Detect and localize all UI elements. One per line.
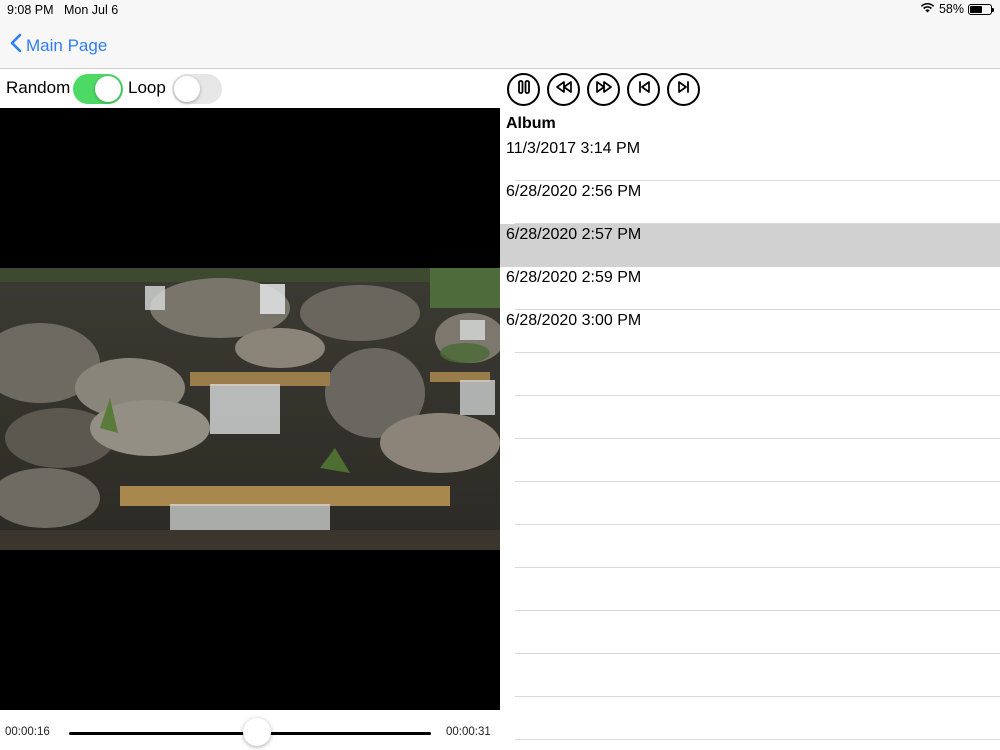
album-list: 11/3/2017 3:14 PM 6/28/2020 2:56 PM 6/28… [500, 138, 1000, 750]
list-item-label: 6/28/2020 2:59 PM [506, 269, 642, 286]
toggle-row: Random Loop [0, 70, 500, 108]
wifi-icon [920, 2, 935, 16]
pause-button[interactable] [507, 73, 540, 106]
rewind-button[interactable] [547, 73, 580, 106]
empty-row [500, 525, 1000, 568]
navigation-bar: Main Page [0, 20, 1000, 69]
random-toggle[interactable] [73, 74, 123, 104]
battery-level [970, 5, 982, 13]
status-date: Mon Jul 6 [64, 3, 119, 17]
list-item-label: 6/28/2020 3:00 PM [506, 312, 642, 329]
list-item[interactable]: 6/28/2020 2:59 PM [500, 267, 1000, 310]
pause-icon [516, 79, 532, 100]
album-header: Album [506, 115, 556, 132]
back-button[interactable]: Main Page [10, 33, 107, 58]
list-item[interactable]: 6/28/2020 2:57 PM [500, 224, 1000, 267]
video-player[interactable] [0, 108, 500, 710]
seek-thumb[interactable] [243, 718, 272, 746]
empty-row [500, 396, 1000, 439]
empty-row [500, 654, 1000, 697]
empty-row [500, 353, 1000, 396]
empty-row [500, 740, 1000, 750]
loop-label: Loop [128, 78, 166, 97]
list-item-label: 6/28/2020 2:57 PM [506, 226, 642, 243]
elapsed-time: 00:00:16 [5, 726, 50, 738]
status-indicators: 58% [920, 2, 994, 16]
empty-row [500, 482, 1000, 525]
next-track-button[interactable] [667, 73, 700, 106]
empty-row [500, 697, 1000, 740]
fast-forward-icon [595, 80, 613, 99]
total-duration: 00:00:31 [446, 726, 491, 738]
back-button-label: Main Page [26, 35, 108, 55]
list-item[interactable]: 11/3/2017 3:14 PM [500, 138, 1000, 181]
empty-row [500, 568, 1000, 611]
battery-icon [968, 3, 994, 15]
status-bar: 9:08 PM Mon Jul 6 58% [0, 0, 1000, 20]
previous-track-icon [637, 80, 651, 99]
list-item-label: 11/3/2017 3:14 PM [506, 140, 641, 157]
list-item-label: 6/28/2020 2:56 PM [506, 183, 642, 200]
video-frame-waterfall [0, 268, 500, 550]
empty-row [500, 439, 1000, 482]
status-time: 9:08 PM [7, 3, 54, 17]
playback-bar: 00:00:16 00:00:31 [0, 710, 500, 750]
rewind-icon [555, 80, 573, 99]
loop-toggle[interactable] [172, 74, 222, 104]
list-item[interactable]: 6/28/2020 2:56 PM [500, 181, 1000, 224]
chevron-left-icon [10, 33, 26, 58]
playback-controls [507, 73, 700, 106]
list-item[interactable]: 6/28/2020 3:00 PM [500, 310, 1000, 353]
empty-row [500, 611, 1000, 654]
next-track-icon [677, 80, 691, 99]
previous-track-button[interactable] [627, 73, 660, 106]
fast-forward-button[interactable] [587, 73, 620, 106]
random-label: Random [6, 78, 71, 97]
battery-percent: 58% [938, 2, 964, 16]
